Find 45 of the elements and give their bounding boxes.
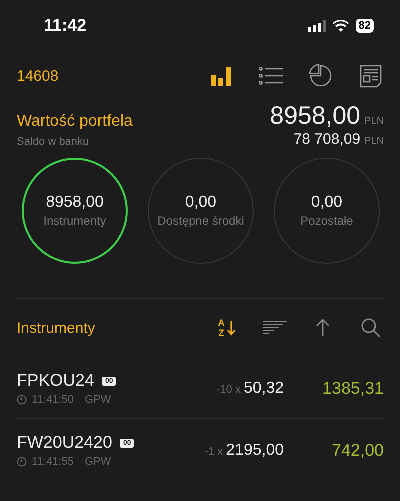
- status-time: 11:42: [44, 16, 87, 36]
- quantity: -1 x: [204, 446, 224, 458]
- battery-indicator: 82: [356, 19, 374, 33]
- exchange-label: GPW: [85, 456, 112, 468]
- quantity: -10 x: [216, 384, 241, 396]
- clock-icon: [17, 457, 27, 467]
- signal-icon: [308, 20, 326, 32]
- bar-chart-icon: [210, 65, 232, 87]
- circle-label: Dostępne środki: [158, 214, 244, 228]
- circle-value: 8958,00: [46, 194, 104, 212]
- position-value: 742,00: [331, 440, 384, 460]
- view-tab[interactable]: [358, 63, 384, 89]
- circle-value: 0,00: [185, 194, 217, 212]
- currency-label: PLN: [364, 116, 384, 127]
- position-value: 1385,31: [322, 378, 384, 398]
- list-icon: [259, 66, 283, 86]
- instrument-name: FW20U2420: [17, 433, 112, 453]
- section-title: Instrumenty: [17, 320, 96, 336]
- clock-icon: [17, 395, 27, 405]
- bank-balance-label: Saldo w banku: [17, 136, 90, 148]
- trade-time: 11:41:55: [32, 456, 74, 468]
- circle-label: Pozostałe: [300, 214, 354, 228]
- portfolio-value: 8958,00: [270, 102, 361, 131]
- view-tab[interactable]: [308, 63, 334, 89]
- circle-value: 0,00: [311, 194, 343, 212]
- wifi-icon: [332, 20, 349, 32]
- summary-circle[interactable]: 8958,00 Instrumenty: [22, 158, 128, 264]
- circle-label: Instrumenty: [44, 214, 106, 228]
- bank-balance-value: 78 708,09: [294, 131, 361, 148]
- currency-label: PLN: [364, 136, 384, 147]
- pie-chart-icon: [309, 64, 333, 88]
- portfolio-title: Wartość portfela: [17, 113, 133, 131]
- exchange-label: GPW: [85, 394, 112, 406]
- summary-circle[interactable]: 0,00 Pozostałe: [274, 158, 380, 264]
- price: 50,32: [244, 380, 284, 398]
- arrow-up-icon: [316, 319, 330, 337]
- instrument-name: FPKOU24: [17, 371, 94, 391]
- sort-lines-icon: [263, 321, 287, 335]
- trade-time: 11:41:50: [32, 394, 74, 406]
- price: 2195,00: [226, 442, 284, 460]
- list-tool-button[interactable]: A Z: [214, 315, 240, 341]
- account-number: 14608: [17, 68, 60, 84]
- newspaper-icon: [360, 64, 382, 88]
- summary-circle[interactable]: 0,00 Dostępne środki: [148, 158, 254, 264]
- search-icon: [361, 318, 381, 338]
